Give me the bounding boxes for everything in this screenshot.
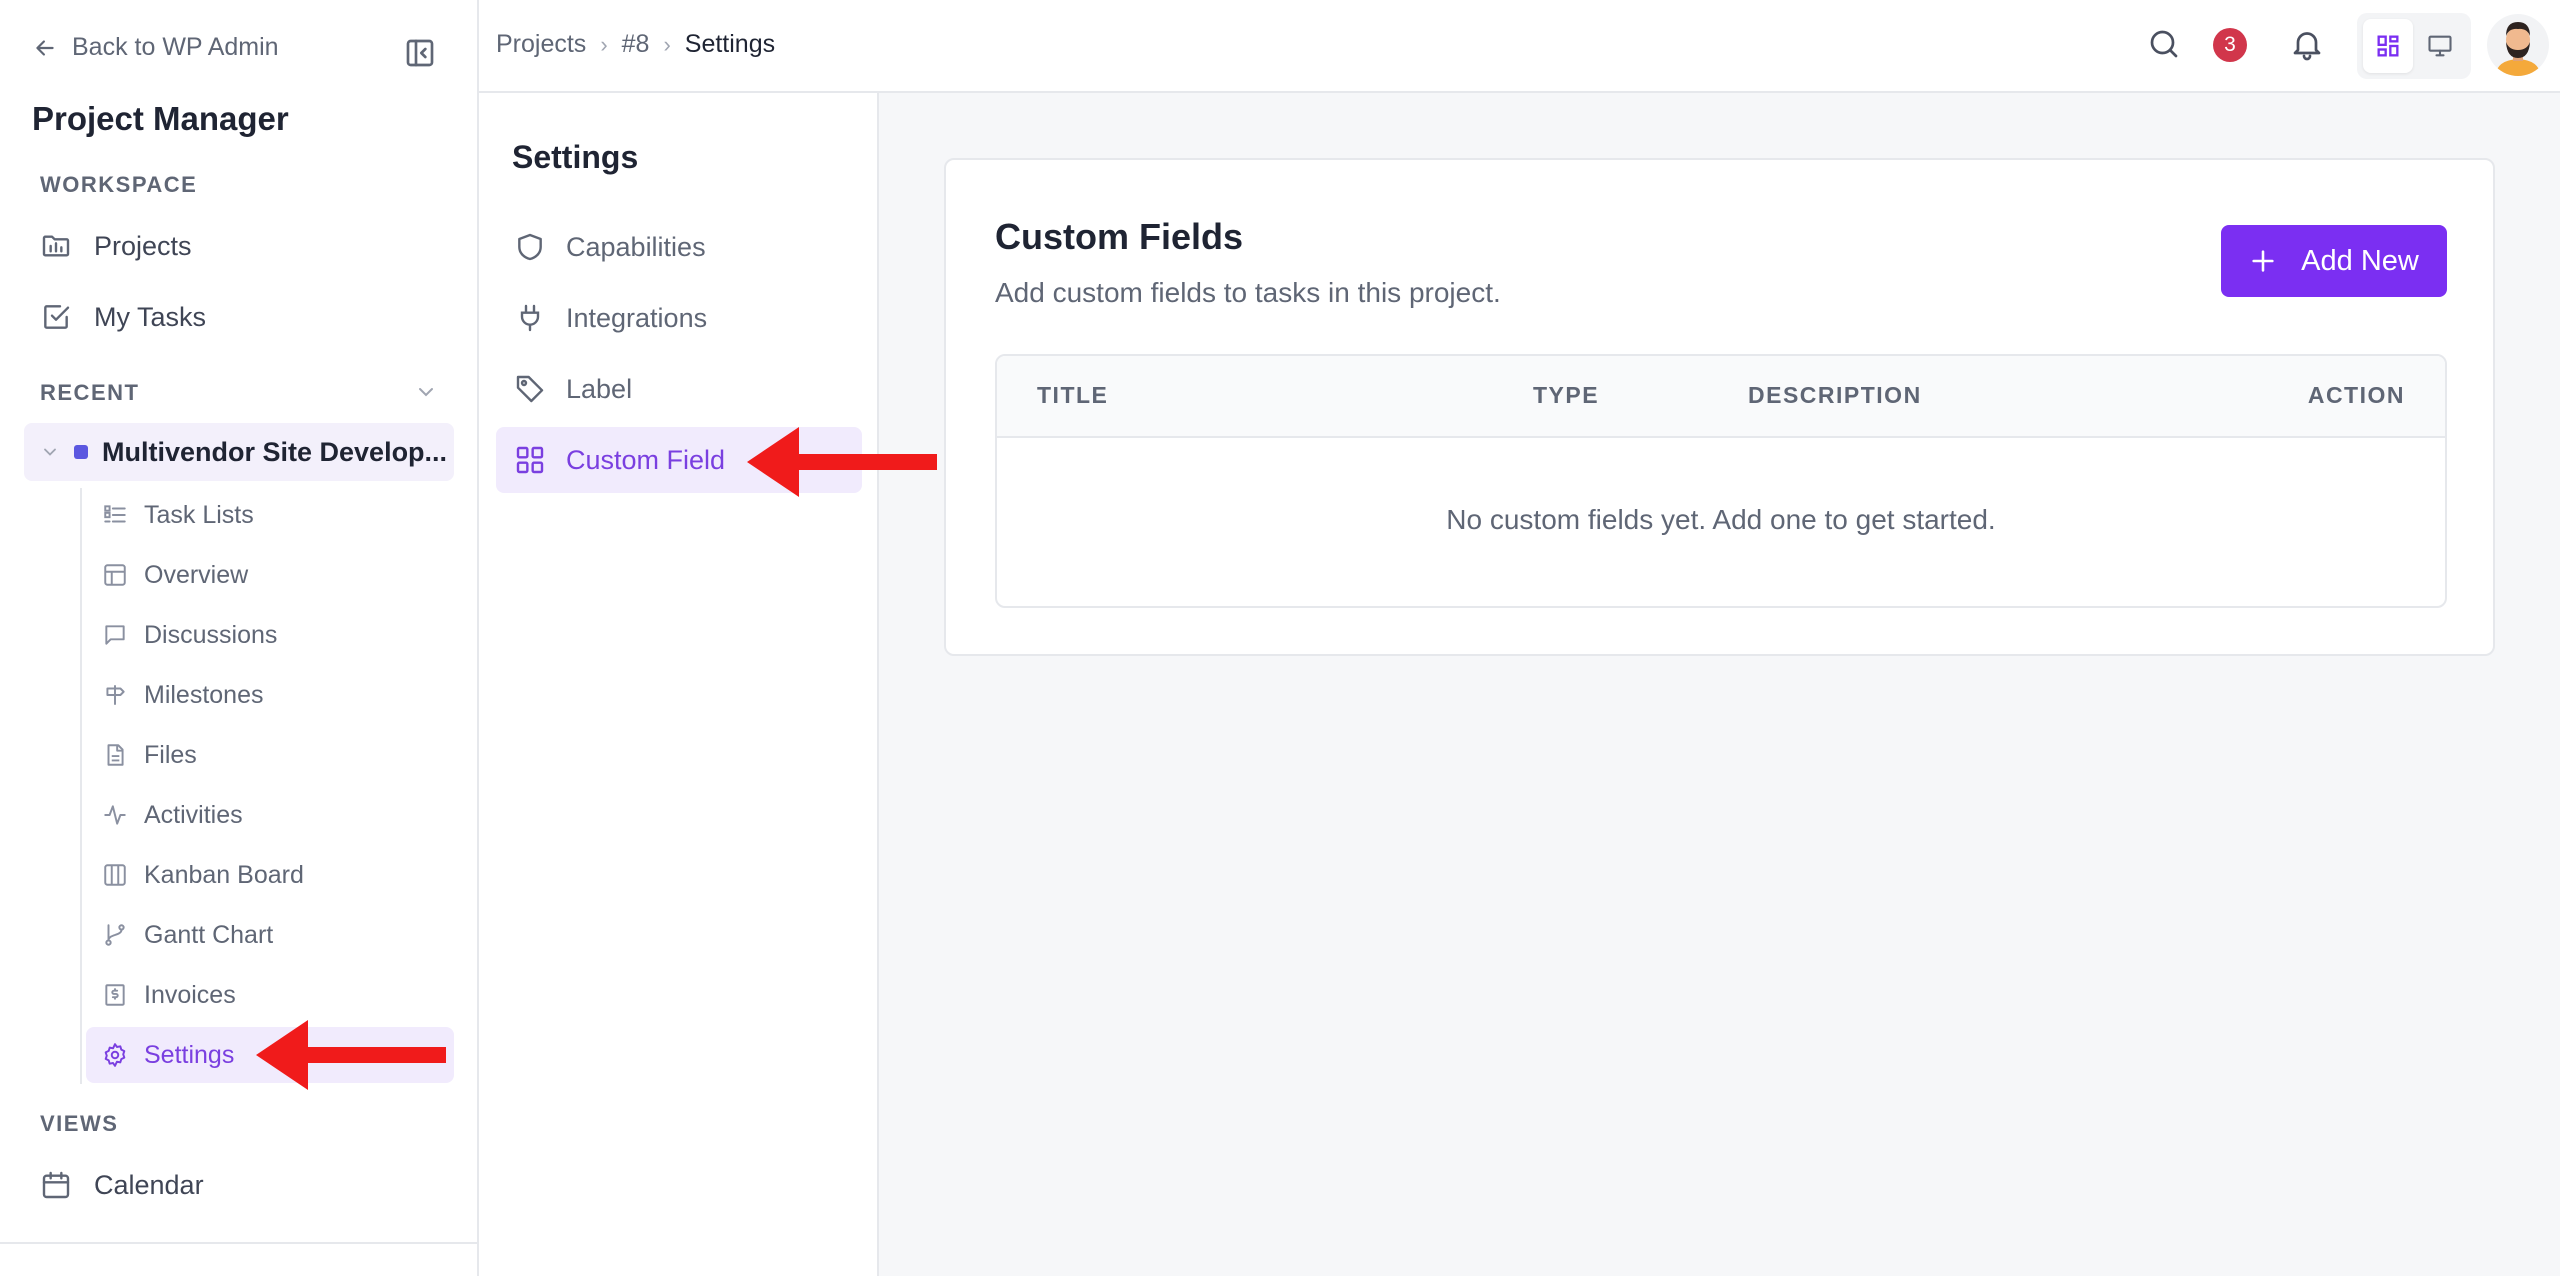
chat-icon	[105, 625, 125, 645]
kanban-icon	[104, 864, 126, 886]
column-header-description: DESCRIPTION	[1748, 382, 1922, 408]
column-header-title: TITLE	[1037, 382, 1109, 408]
settings-tab-label: Integrations	[566, 302, 708, 333]
project-nav-kanban-board[interactable]: Kanban Board	[86, 847, 454, 903]
project-nav-label: Milestones	[144, 680, 264, 709]
project-nav-label: Kanban Board	[144, 860, 304, 889]
app-title: Project Manager	[32, 100, 289, 137]
notification-count-badge[interactable]: 3	[2213, 28, 2247, 62]
sidebar-divider	[0, 1242, 479, 1244]
annotation-arrow-custom-field	[747, 427, 937, 497]
workspace-section-label: WORKSPACE	[40, 172, 198, 197]
project-color-dot	[74, 445, 88, 459]
project-nav-activities[interactable]: Activities	[86, 787, 454, 843]
project-nav-label: Task Lists	[144, 500, 254, 529]
avatar[interactable]	[2487, 14, 2549, 76]
project-nav-milestones[interactable]: Milestones	[86, 667, 454, 723]
custom-fields-card: Custom Fields Add custom fields to tasks…	[944, 158, 2495, 656]
annotation-arrow-settings	[256, 1020, 446, 1090]
nav-item-label: My Tasks	[94, 301, 207, 332]
nav-item-label: Calendar	[94, 1169, 204, 1200]
chevron-down-icon[interactable]	[40, 442, 60, 462]
nav-item-calendar[interactable]: Calendar	[40, 1169, 204, 1201]
views-section-label: VIEWS	[40, 1111, 119, 1136]
search-icon[interactable]	[2146, 26, 2182, 62]
breadcrumb-current: Settings	[684, 30, 776, 58]
plus-icon	[2252, 250, 2274, 272]
grid-icon	[516, 446, 544, 474]
user-avatar-icon	[2495, 22, 2541, 76]
project-nav-label: Invoices	[144, 980, 236, 1009]
monitor-icon	[2428, 35, 2452, 57]
nav-item-my-tasks[interactable]: My Tasks	[40, 301, 206, 333]
project-nav-label: Gantt Chart	[144, 920, 274, 949]
arrow-left-icon	[36, 39, 54, 56]
column-header-type: TYPE	[1533, 382, 1600, 408]
settings-tab-integrations[interactable]: Integrations	[496, 285, 862, 351]
project-nav-files[interactable]: Files	[86, 727, 454, 783]
column-header-action: ACTION	[2307, 382, 2405, 408]
gear-icon	[104, 1043, 126, 1067]
settings-tab-label: Capabilities	[566, 231, 706, 262]
project-nav-label: Settings	[144, 1040, 235, 1069]
tag-icon	[516, 375, 544, 403]
page-subtitle: Add custom fields to tasks in this proje…	[995, 277, 1501, 308]
settings-tab-capabilities[interactable]: Capabilities	[496, 214, 862, 280]
empty-state-message: No custom fields yet. Add one to get sta…	[1446, 504, 1996, 535]
file-icon	[107, 744, 124, 766]
project-nav-label: Files	[144, 740, 197, 769]
dashboard-icon	[2377, 35, 2399, 57]
chevron-right-icon: ›	[600, 31, 608, 57]
calendar-icon	[42, 1171, 70, 1199]
nav-item-label: Projects	[94, 230, 192, 261]
project-nav-task-lists[interactable]: Task Lists	[86, 487, 454, 543]
recent-section-label: RECENT	[40, 380, 140, 405]
list-icon	[104, 505, 126, 523]
folder-icon	[42, 235, 70, 257]
add-new-button[interactable]: Add New	[2221, 225, 2447, 297]
layout-icon	[104, 564, 126, 586]
back-to-wp-admin-link[interactable]: Back to WP Admin	[32, 33, 279, 62]
submenu-guide-line	[80, 488, 82, 1084]
view-toggle	[2357, 13, 2471, 79]
settings-nav: Settings Capabilities Integrations Label…	[479, 93, 879, 1276]
sidebar-collapse-icon[interactable]	[404, 37, 436, 69]
signpost-icon	[106, 685, 125, 705]
bell-icon[interactable]	[2289, 26, 2325, 62]
project-nav-gantt-chart[interactable]: Gantt Chart	[86, 907, 454, 963]
settings-tab-label-item[interactable]: Label	[496, 356, 862, 422]
project-name: Multivendor Site Develop...	[102, 436, 448, 467]
settings-nav-title: Settings	[512, 139, 639, 175]
desktop-view-button[interactable]	[2415, 19, 2465, 73]
breadcrumb-project-id[interactable]: #8	[622, 30, 650, 59]
project-nav-label: Activities	[144, 800, 243, 829]
settings-tab-label: Custom Field	[566, 444, 726, 475]
project-nav-overview[interactable]: Overview	[86, 547, 454, 603]
custom-fields-table: TITLE TYPE DESCRIPTION ACTION No custom …	[995, 354, 2447, 608]
table-header: TITLE TYPE DESCRIPTION ACTION	[997, 356, 2445, 438]
settings-tab-label: Label	[566, 373, 633, 404]
back-link-label: Back to WP Admin	[72, 33, 279, 61]
plug-icon	[520, 304, 540, 332]
breadcrumb: Projects › #8 › Settings	[496, 30, 775, 59]
breadcrumb-projects[interactable]: Projects	[496, 30, 586, 59]
project-nav-label: Overview	[144, 560, 249, 589]
dashboard-view-button[interactable]	[2363, 19, 2413, 73]
shield-icon	[518, 233, 542, 261]
topbar: Projects › #8 › Settings	[479, 0, 2560, 93]
chevron-down-icon[interactable]	[414, 380, 438, 404]
add-new-label: Add New	[2301, 244, 2419, 277]
page-title: Custom Fields	[995, 216, 1244, 257]
project-nav-label: Discussions	[144, 620, 278, 649]
checkbox-icon	[44, 305, 70, 329]
project-nav-discussions[interactable]: Discussions	[86, 607, 454, 663]
nav-item-projects[interactable]: Projects	[40, 230, 192, 262]
project-nav-invoices[interactable]: Invoices	[86, 967, 454, 1023]
dollar-file-icon	[105, 984, 125, 1006]
chevron-right-icon: ›	[663, 31, 671, 57]
activity-icon	[104, 805, 126, 825]
recent-project-item[interactable]: Multivendor Site Develop...	[24, 423, 454, 481]
git-branch-icon	[105, 924, 125, 946]
